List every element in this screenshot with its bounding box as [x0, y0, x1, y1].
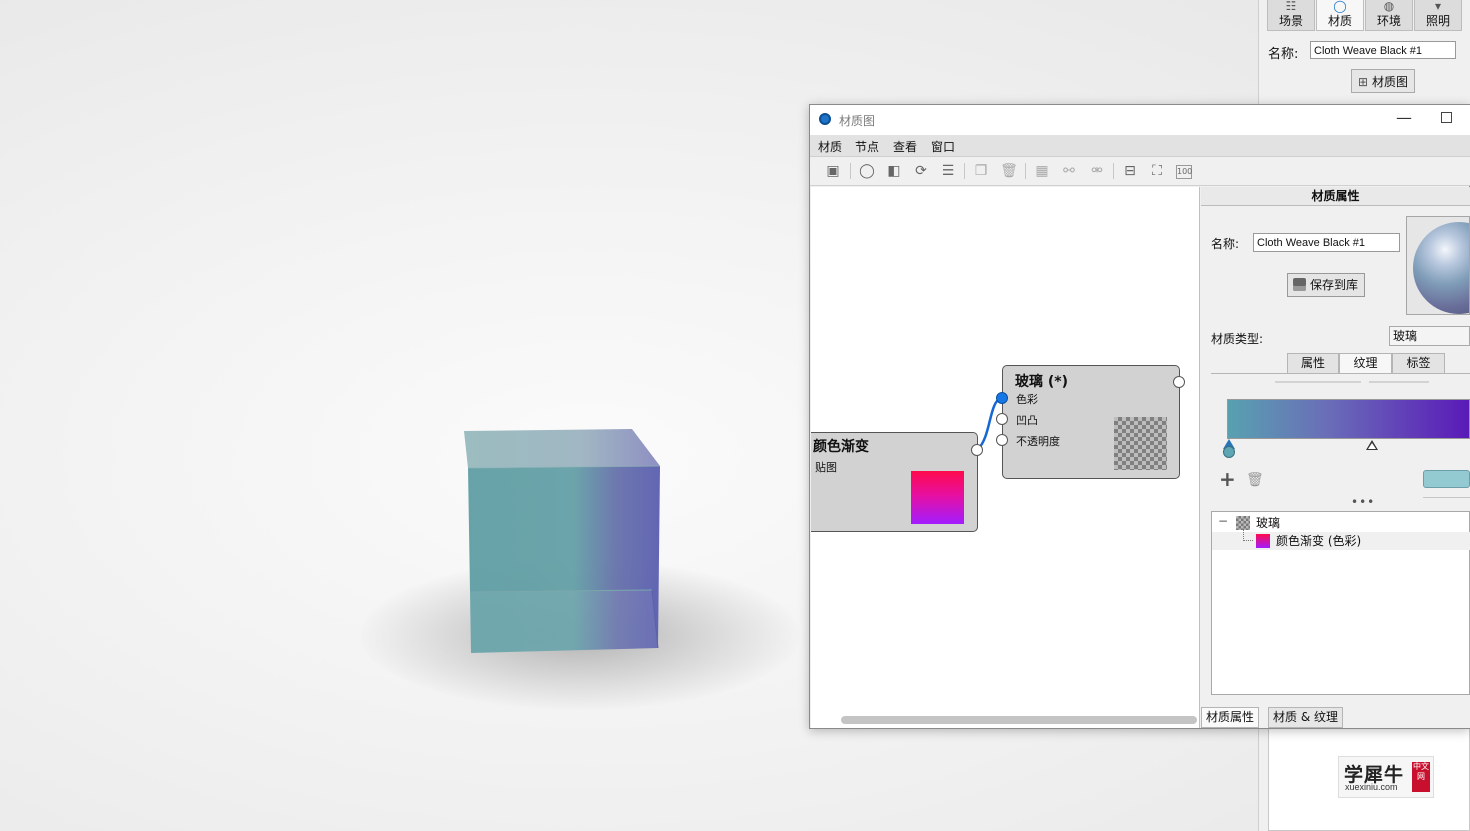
fit-view-icon[interactable]: ⛶	[1148, 162, 1166, 180]
material-graph-window: 材质图 — 材质 节点 查看 窗口 ▣ ◯ ◧ ⟳ ☰ ❐ 🗑 ▦ ⚯ ⚮ ⊟ …	[809, 104, 1470, 729]
toolbar-divider	[964, 163, 965, 179]
watermark-seal: 中文网	[1412, 762, 1430, 792]
plus-icon[interactable]: +	[1219, 469, 1236, 489]
add-node-icon[interactable]: ▦	[1033, 162, 1051, 180]
color-gradient-node[interactable]: 颜色渐变 贴图	[811, 432, 983, 532]
node-title: 颜色渐变	[813, 439, 869, 455]
tree-connector	[1243, 540, 1253, 542]
window-title: 材质图	[839, 114, 876, 128]
toolbar-divider	[1025, 163, 1026, 179]
material-properties-panel: 材质属性 名称: Cloth Weave Black #1 保存到库 材质类型:…	[1201, 187, 1470, 728]
save-disk-icon	[1293, 278, 1306, 291]
tab-properties[interactable]: 属性	[1287, 353, 1339, 374]
horizontal-scrollbar[interactable]	[841, 716, 1197, 724]
watermark-url: xuexiniu.com	[1345, 782, 1398, 792]
output-port[interactable]	[1173, 376, 1185, 388]
tab-scene[interactable]: ☷ 场景	[1267, 0, 1315, 31]
gradient-texture-icon	[1256, 534, 1270, 548]
scene-list-icon: ☷	[1285, 0, 1297, 13]
lighting-bulb-icon: ▾	[1434, 0, 1442, 13]
delete-icon[interactable]: 🗑	[1000, 162, 1018, 180]
glass-material-icon	[1236, 516, 1250, 530]
stop-color-swatch[interactable]	[1423, 470, 1470, 488]
trash-icon[interactable]: 🗑	[1246, 472, 1264, 488]
material-type-label: 材质类型:	[1211, 332, 1264, 346]
minimize-icon[interactable]: —	[1396, 108, 1412, 127]
node-graph-icon: ⊞	[1358, 75, 1369, 89]
name-label: 名称:	[1211, 237, 1240, 251]
splitter-handle[interactable]: •••	[1351, 495, 1375, 509]
port-label-map: 贴图	[815, 461, 837, 474]
glass-material-node[interactable]: 玻璃 (*) 色彩 凹凸 不透明度	[996, 365, 1185, 479]
tab-lighting[interactable]: ▾ 照明	[1414, 0, 1462, 31]
cube-inner-face	[470, 590, 658, 653]
window-titlebar[interactable]: 材质图 —	[810, 105, 1470, 135]
tab-texture[interactable]: 纹理	[1339, 353, 1392, 374]
zoom-100-icon[interactable]: 100	[1176, 165, 1192, 179]
gradient-editor-bar[interactable]	[1227, 399, 1470, 439]
tree-item-color-gradient[interactable]: 颜色渐变 (色彩)	[1276, 532, 1361, 550]
node-graph-canvas[interactable]: 颜色渐变 贴图 玻璃 (*) 色彩 凹凸 不透明度	[811, 187, 1200, 728]
menu-bar: 材质 节点 查看 窗口	[810, 135, 1470, 157]
material-graph-button[interactable]: ⊞ 材质图	[1351, 69, 1415, 93]
material-name-field[interactable]: Cloth Weave Black #1	[1253, 233, 1400, 252]
material-tree: − 玻璃 颜色渐变 (色彩)	[1211, 511, 1470, 695]
material-preview[interactable]	[1406, 216, 1470, 315]
preview-sphere-image	[1413, 222, 1469, 314]
material-sphere-icon: ◯	[1333, 0, 1347, 13]
unlink-node-icon[interactable]: ⚮	[1088, 162, 1106, 180]
copy-icon[interactable]: ❐	[972, 162, 990, 180]
input-port-color[interactable]	[996, 392, 1008, 404]
gradient-preview-swatch	[911, 471, 964, 524]
name-label: 名称:	[1268, 47, 1299, 62]
texture-icon[interactable]: ◧	[885, 162, 903, 180]
tab-material[interactable]: ◯ 材质	[1316, 0, 1364, 31]
input-port-bump[interactable]	[996, 413, 1008, 425]
maximize-icon[interactable]	[1441, 112, 1452, 123]
collapsed-section-bar	[1275, 381, 1361, 383]
app-logo-icon	[819, 113, 831, 125]
material-type-select[interactable]: 玻璃	[1389, 326, 1470, 346]
tab-tags[interactable]: 标签	[1392, 353, 1445, 374]
tab-environment[interactable]: ◍ 环境	[1365, 0, 1413, 31]
tab-material-and-texture[interactable]: 材质 & 纹理	[1268, 707, 1343, 728]
divider	[1423, 497, 1470, 498]
gradient-stop-handle[interactable]	[1223, 446, 1235, 458]
material-name-field[interactable]: Cloth Weave Black #1	[1310, 41, 1456, 59]
node-title: 玻璃 (*)	[1015, 374, 1068, 390]
port-label-opacity: 不透明度	[1016, 435, 1060, 448]
toolbar-divider	[1113, 163, 1114, 179]
render-preview-icon[interactable]: ⟳	[912, 162, 930, 180]
panel-header: 材质属性	[1201, 187, 1470, 206]
port-label-bump: 凹凸	[1016, 414, 1038, 427]
save-icon[interactable]: ▣	[824, 162, 842, 180]
save-to-library-button[interactable]: 保存到库	[1287, 273, 1365, 297]
toolbar: ▣ ◯ ◧ ⟳ ☰ ❐ 🗑 ▦ ⚯ ⚮ ⊟ ⛶ 100	[810, 157, 1470, 186]
tab-material-properties[interactable]: 材质属性	[1201, 707, 1260, 728]
link-node-icon[interactable]: ⚯	[1060, 162, 1078, 180]
environment-globe-icon: ◍	[1383, 0, 1395, 13]
material-ball-icon[interactable]: ◯	[858, 162, 876, 180]
input-port-opacity[interactable]	[996, 434, 1008, 446]
menu-window[interactable]: 窗口	[931, 138, 955, 155]
menu-material[interactable]: 材质	[818, 138, 842, 155]
collapsed-section-bar	[1369, 381, 1429, 383]
cube-top-face	[464, 429, 660, 468]
adjust-icon[interactable]: ☰	[939, 162, 957, 180]
toolbar-divider	[850, 163, 851, 179]
menu-node[interactable]: 节点	[855, 138, 879, 155]
port-label-color: 色彩	[1016, 393, 1038, 406]
output-port[interactable]	[971, 444, 983, 456]
tab-divider	[1211, 373, 1470, 374]
gradient-midpoint-fill	[1368, 443, 1376, 449]
glass-cube[interactable]	[450, 420, 680, 670]
collapse-icon[interactable]: −	[1218, 514, 1228, 528]
menu-view[interactable]: 查看	[893, 138, 917, 155]
layout-nodes-icon[interactable]: ⊟	[1121, 162, 1139, 180]
glass-preview-thumbnail	[1114, 417, 1167, 470]
tree-item-glass[interactable]: 玻璃	[1256, 514, 1280, 532]
